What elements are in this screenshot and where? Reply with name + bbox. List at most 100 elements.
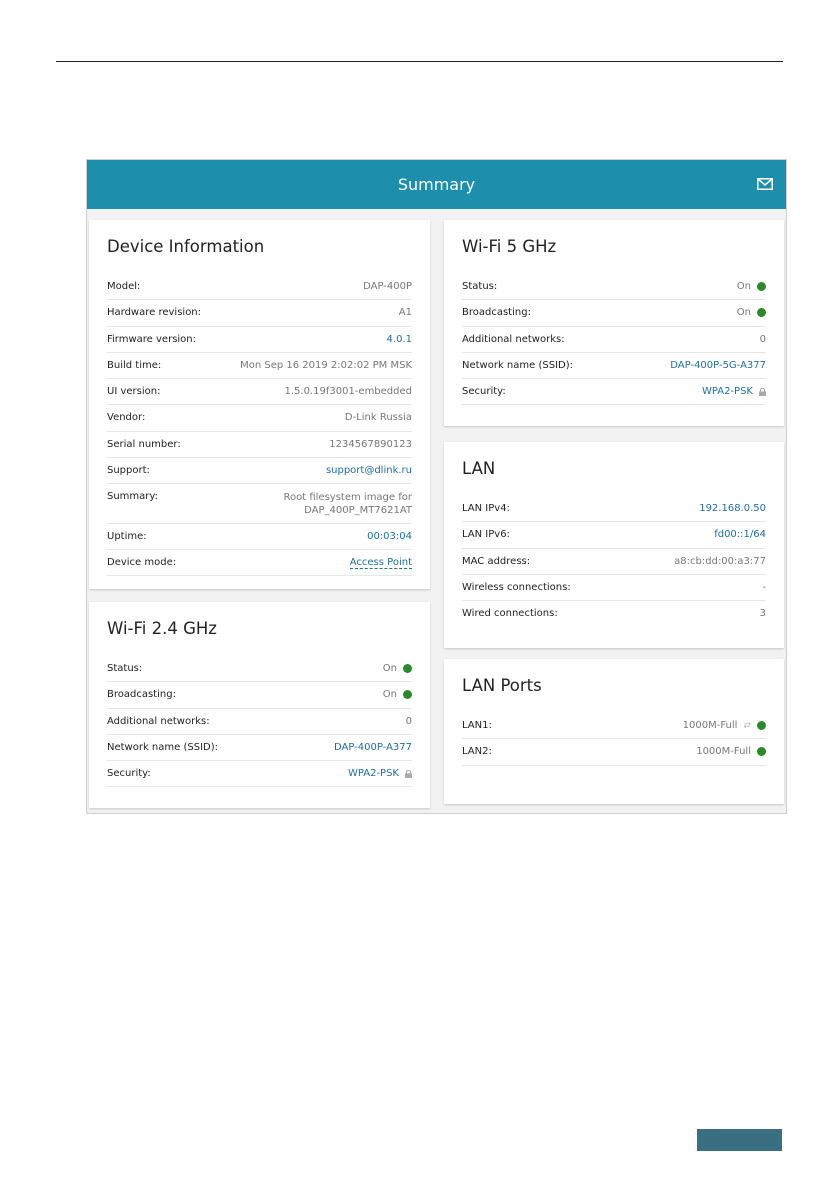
info-row-ui: UI version: 1.5.0.19f3001-embedded bbox=[107, 379, 412, 406]
row-label: Additional networks: bbox=[462, 333, 565, 345]
ethernet-port-icon: ⇄ bbox=[743, 720, 751, 731]
row-label: MAC address: bbox=[462, 555, 531, 567]
row-label: Uptime: bbox=[107, 530, 147, 542]
row-label: Summary: bbox=[107, 491, 158, 503]
lan-row-ipv4: LAN IPv4: 192.168.0.50 bbox=[462, 496, 766, 523]
info-row-support: Support: support@dlink.ru bbox=[107, 458, 412, 485]
support-email-link[interactable]: support@dlink.ru bbox=[326, 465, 412, 476]
ipv4-link[interactable]: 192.168.0.50 bbox=[699, 503, 766, 514]
wifi24-row-broadcast: Broadcasting: On bbox=[107, 682, 412, 709]
row-label: Wired connections: bbox=[462, 608, 558, 620]
status-text: On bbox=[382, 663, 397, 674]
wifi24-row-security: Security: WPA2-PSK bbox=[107, 761, 412, 788]
info-row-build: Build time: Mon Sep 16 2019 2:02:02 PM MS… bbox=[107, 353, 412, 380]
row-label: Wireless connections: bbox=[462, 581, 571, 593]
lock-icon bbox=[405, 769, 412, 778]
row-value: 1000M-Full ⇄ bbox=[683, 720, 766, 731]
row-label: Network name (SSID): bbox=[107, 741, 218, 753]
ssid-link[interactable]: DAP-400P-A377 bbox=[334, 742, 412, 753]
lan-port-row: LAN2: 1000M-Full bbox=[462, 739, 766, 766]
row-label: Additional networks: bbox=[107, 715, 210, 727]
row-label: Build time: bbox=[107, 359, 162, 371]
router-ui-screenshot: Summary Device Information Model: DAP-400… bbox=[86, 159, 787, 814]
lan-row-mac: MAC address: a8:cb:dd:00:a3:77 bbox=[462, 549, 766, 575]
card-title: Wi-Fi 5 GHz bbox=[462, 237, 557, 256]
row-label: Device mode: bbox=[107, 557, 177, 569]
wifi24-row-status: Status: On bbox=[107, 656, 412, 683]
row-value: - bbox=[762, 581, 766, 593]
card-title: Wi-Fi 2.4 GHz bbox=[107, 619, 217, 638]
row-value: On bbox=[737, 281, 766, 292]
title-bar: Summary bbox=[87, 160, 786, 209]
row-value: DAP-400P bbox=[363, 281, 412, 292]
card-title: Device Information bbox=[107, 237, 265, 256]
link-up-dot-icon bbox=[757, 721, 766, 730]
row-value: On bbox=[737, 307, 766, 318]
status-on-dot-icon bbox=[403, 664, 412, 673]
top-rule bbox=[56, 61, 783, 62]
lan-row-wireless: Wireless connections: - bbox=[462, 575, 766, 602]
row-value: 3 bbox=[759, 608, 766, 620]
mail-icon[interactable] bbox=[757, 178, 773, 190]
status-on-dot-icon bbox=[757, 308, 766, 318]
info-row-firmware: Firmware version: 4.0.1 bbox=[107, 327, 412, 353]
wifi5-row-broadcast: Broadcasting: On bbox=[462, 300, 766, 327]
lan-row-ipv6: LAN IPv6: fd00::1/64 bbox=[462, 522, 766, 549]
info-row-uptime: Uptime: 00:03:04 bbox=[107, 524, 412, 551]
wifi5-row-additional: Additional networks: 0 bbox=[462, 327, 766, 353]
lan-ports-card: LAN Ports LAN1: 1000M-Full ⇄ LAN2: 1000M-Fu… bbox=[444, 659, 784, 804]
info-row-vendor: Vendor: D-Link Russia bbox=[107, 405, 412, 432]
security-link[interactable]: WPA2-PSK bbox=[702, 386, 753, 397]
wifi24-row-additional: Additional networks: 0 bbox=[107, 709, 412, 735]
row-value: Root filesystem image for DAP_400P_MT762… bbox=[283, 492, 412, 517]
row-label: Security: bbox=[107, 768, 151, 780]
wifi5-row-security: Security: WPA2-PSK bbox=[462, 379, 766, 406]
row-label: UI version: bbox=[107, 386, 161, 398]
page-title: Summary bbox=[397, 175, 476, 194]
row-label: Broadcasting: bbox=[107, 689, 176, 701]
device-mode-text[interactable]: Access Point bbox=[349, 557, 412, 570]
row-value: A1 bbox=[398, 307, 412, 319]
row-label: LAN IPv6: bbox=[462, 529, 510, 541]
row-label: Support: bbox=[107, 465, 150, 477]
row-value: a8:cb:dd:00:a3:77 bbox=[674, 555, 766, 567]
info-row-hardware: Hardware revision: A1 bbox=[107, 300, 412, 327]
row-value: WPA2-PSK bbox=[348, 768, 412, 779]
ipv6-link[interactable]: fd00::1/64 bbox=[714, 529, 766, 540]
row-label: Firmware version: bbox=[107, 333, 197, 345]
row-label: Status: bbox=[462, 281, 498, 292]
status-text: On bbox=[382, 689, 397, 701]
row-label: LAN2: bbox=[462, 746, 492, 758]
device-mode-link[interactable]: Access Point bbox=[349, 557, 412, 570]
row-label: LAN IPv4: bbox=[462, 503, 510, 514]
card-title: LAN Ports bbox=[462, 676, 542, 695]
row-label: Model: bbox=[107, 281, 141, 292]
row-value: On bbox=[383, 663, 412, 674]
status-text: On bbox=[736, 307, 751, 319]
row-value: On bbox=[383, 689, 412, 700]
security-link[interactable]: WPA2-PSK bbox=[348, 768, 399, 779]
uptime-value: 00:03:04 bbox=[367, 530, 412, 542]
row-value: 1.5.0.19f3001-embedded bbox=[284, 386, 412, 398]
row-label: Network name (SSID): bbox=[462, 359, 573, 371]
row-label: Vendor: bbox=[107, 412, 146, 424]
wifi24-row-ssid: Network name (SSID): DAP-400P-A377 bbox=[107, 735, 412, 762]
port-speed: 1000M-Full bbox=[682, 720, 738, 731]
row-value: 0 bbox=[405, 715, 412, 727]
link-up-dot-icon bbox=[757, 747, 766, 757]
port-speed: 1000M-Full bbox=[696, 746, 751, 758]
info-row-mode: Device mode: Access Point bbox=[107, 550, 412, 577]
status-on-dot-icon bbox=[403, 690, 412, 700]
firmware-link[interactable]: 4.0.1 bbox=[387, 334, 412, 345]
row-value: Mon Sep 16 2019 2:02:02 PM MSK bbox=[240, 359, 412, 371]
lock-icon bbox=[759, 387, 766, 396]
page-number-badge bbox=[697, 1129, 782, 1151]
status-text: On bbox=[736, 281, 751, 292]
row-value: D-Link Russia bbox=[344, 412, 412, 424]
info-row-summary: Summary: Root filesystem image for DAP_40… bbox=[107, 484, 412, 524]
row-label: Broadcasting: bbox=[462, 307, 531, 319]
device-info-card: Device Information Model: DAP-400P Hardwa… bbox=[89, 220, 430, 589]
ssid-link[interactable]: DAP-400P-5G-A377 bbox=[670, 360, 766, 371]
row-label: Serial number: bbox=[107, 438, 181, 450]
row-value: 0 bbox=[759, 333, 766, 345]
